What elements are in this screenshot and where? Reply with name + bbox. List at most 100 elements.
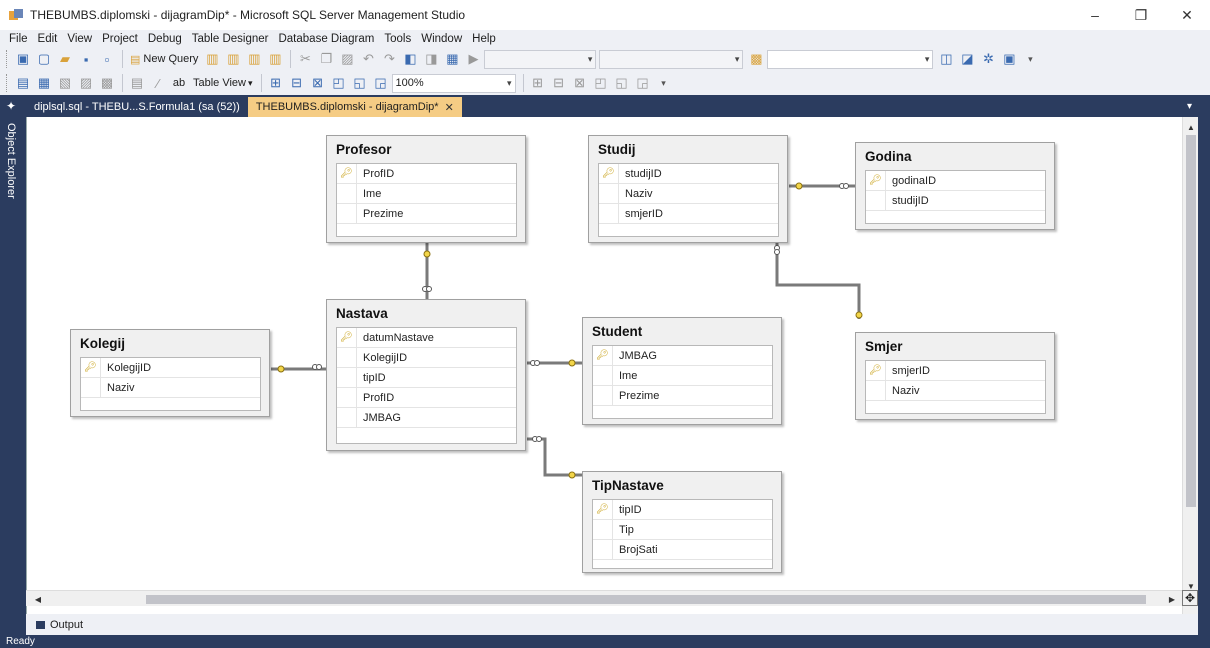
object-explorer-tab[interactable]: Object Explorer (5, 123, 17, 199)
menu-help[interactable]: Help (467, 33, 501, 45)
menu-project[interactable]: Project (97, 33, 143, 45)
column-row[interactable]: Prezime (337, 203, 516, 224)
open-file-icon[interactable]: ▰ (55, 49, 75, 69)
new-project-icon[interactable]: ▣ (13, 49, 33, 69)
blank-row[interactable] (337, 224, 516, 243)
tab-diplsql[interactable]: diplsql.sql - THEBU...S.Formula1 (sa (52… (26, 97, 248, 117)
column-row[interactable]: KolegijID (337, 347, 516, 368)
toolbar-options-icon[interactable]: ▾ (1020, 49, 1040, 69)
output-tab[interactable]: Output (26, 619, 83, 631)
column-row[interactable]: Ime (593, 365, 772, 386)
spatial-indexes-icon[interactable]: ◲ (633, 73, 653, 93)
vertical-scrollbar[interactable]: ▲ ▼ (1182, 117, 1198, 614)
solution-platform-dropdown[interactable]: ▾ (599, 49, 744, 69)
scroll-up-icon[interactable]: ▲ (1183, 119, 1199, 135)
dmx-query-icon[interactable]: ▥ (265, 49, 285, 69)
start-debug-icon[interactable]: ▶ (463, 49, 483, 69)
table-nastava[interactable]: Nastava 🔑︎ datumNastave KolegijID tipID P… (326, 299, 526, 451)
column-row[interactable]: 🔑︎ tipID (593, 499, 772, 520)
pan-diagram-icon[interactable]: ✥ (1182, 590, 1198, 606)
column-row[interactable]: Naziv (866, 380, 1045, 401)
save-icon[interactable]: ▪ (76, 49, 96, 69)
blank-row[interactable] (866, 401, 1045, 420)
column-row[interactable]: 🔑︎ JMBAG (593, 345, 772, 366)
scroll-right-icon[interactable]: ▶ (1164, 591, 1180, 607)
table-tipnastave[interactable]: TipNastave 🔑︎ tipID Tip BrojSati (582, 471, 782, 573)
column-row[interactable]: Ime (337, 183, 516, 204)
column-row[interactable]: 🔑︎ studijID (599, 163, 778, 184)
indexes-keys-icon[interactable]: ⊟ (549, 73, 569, 93)
minimize-button[interactable]: – (1072, 0, 1118, 30)
column-row[interactable]: 🔑︎ KolegijID (81, 357, 260, 378)
column-row[interactable]: studijID (866, 190, 1045, 211)
check-constraints-icon[interactable]: ◱ (612, 73, 632, 93)
table-view-dropdown[interactable]: Table View ▾ (190, 73, 256, 93)
column-row[interactable]: 🔑︎ datumNastave (337, 327, 516, 348)
new-table-icon[interactable]: ▤ (13, 73, 33, 93)
menu-table-designer[interactable]: Table Designer (187, 33, 274, 45)
solution-config-dropdown[interactable]: ▾ (484, 49, 597, 69)
menu-tools[interactable]: Tools (379, 33, 416, 45)
scroll-left-icon[interactable]: ◀ (30, 591, 46, 607)
tab-dropdown-icon[interactable]: ▾ (1187, 101, 1192, 112)
table-studij[interactable]: Studij 🔑︎ studijID Naziv smjerID (588, 135, 788, 243)
toolbar-grip[interactable] (6, 50, 9, 68)
column-row[interactable]: 🔑︎ godinaID (866, 170, 1045, 191)
new-query-button[interactable]: ▤ New Query (127, 49, 201, 69)
table-student[interactable]: Student 🔑︎ JMBAG Ime Prezime (582, 317, 782, 425)
blank-row[interactable] (593, 406, 772, 425)
copy-icon[interactable]: ❐ (316, 49, 336, 69)
column-row[interactable]: Tip (593, 519, 772, 540)
navigate-backward-icon[interactable]: ◧ (400, 49, 420, 69)
column-row[interactable]: JMBAG (337, 407, 516, 428)
toolbar-options-icon[interactable]: ▾ (654, 73, 674, 93)
vertical-scroll-thumb[interactable] (1186, 135, 1196, 507)
find-in-files-icon[interactable]: ▩ (746, 49, 766, 69)
properties-icon[interactable]: ◪ (957, 49, 977, 69)
column-row[interactable]: ProfID (337, 387, 516, 408)
column-row[interactable]: Naziv (599, 183, 778, 204)
column-row[interactable]: Prezime (593, 385, 772, 406)
column-row[interactable]: tipID (337, 367, 516, 388)
toolbar-grip[interactable] (6, 74, 9, 92)
autosize-tables-icon[interactable]: ◰ (329, 73, 349, 93)
mdx-query-icon[interactable]: ▥ (244, 49, 264, 69)
blank-row[interactable] (866, 211, 1045, 230)
fulltext-index-icon[interactable]: ⊠ (570, 73, 590, 93)
menu-file[interactable]: File (4, 33, 33, 45)
relationships-icon[interactable]: ⊞ (528, 73, 548, 93)
cut-icon[interactable]: ✂ (295, 49, 315, 69)
save-all-icon[interactable]: ▫ (97, 49, 117, 69)
menu-view[interactable]: View (62, 33, 97, 45)
solution-explorer-icon[interactable]: ▦ (442, 49, 462, 69)
arrange-tables-icon[interactable]: ⊟ (287, 73, 307, 93)
database-engine-query-icon[interactable]: ▥ (202, 49, 222, 69)
find-input[interactable]: ▾ (767, 49, 934, 69)
column-row[interactable]: 🔑︎ ProfID (337, 163, 516, 184)
generate-script-icon[interactable]: ▤ (127, 73, 147, 93)
table-godina[interactable]: Godina 🔑︎ godinaID studijID (855, 142, 1055, 230)
add-item-icon[interactable]: ▢ (34, 49, 54, 69)
toolbox-icon[interactable]: ✲ (978, 49, 998, 69)
maximize-button[interactable]: ❐ (1118, 0, 1164, 30)
undo-icon[interactable]: ↶ (358, 49, 378, 69)
tab-dijagramdip[interactable]: THEBUMBS.diplomski - dijagramDip* ✕ (247, 97, 462, 117)
add-related-tables-icon[interactable]: ▧ (55, 73, 75, 93)
object-explorer-icon[interactable]: ◫ (936, 49, 956, 69)
xml-indexes-icon[interactable]: ◰ (591, 73, 611, 93)
column-row[interactable]: BrojSati (593, 539, 772, 560)
menu-edit[interactable]: Edit (33, 33, 63, 45)
table-kolegij[interactable]: Kolegij 🔑︎ KolegijID Naziv (70, 329, 270, 417)
view-page-breaks-icon[interactable]: ◱ (350, 73, 370, 93)
analysis-query-icon[interactable]: ▥ (223, 49, 243, 69)
close-tab-icon[interactable]: ✕ (445, 101, 454, 114)
table-smjer[interactable]: Smjer 🔑︎ smjerID Naziv (855, 332, 1055, 420)
column-row[interactable]: smjerID (599, 203, 778, 224)
blank-row[interactable] (337, 428, 516, 447)
diagram-canvas[interactable]: Profesor 🔑︎ ProfID Ime Prezime Studij 🔑︎ s… (26, 117, 1198, 614)
redo-icon[interactable]: ↷ (379, 49, 399, 69)
show-relationship-labels-icon[interactable]: ⊞ (266, 73, 286, 93)
delete-from-db-icon[interactable]: ▨ (76, 73, 96, 93)
zoom-dropdown[interactable]: 100% ▾ (391, 73, 516, 93)
menu-debug[interactable]: Debug (143, 33, 187, 45)
